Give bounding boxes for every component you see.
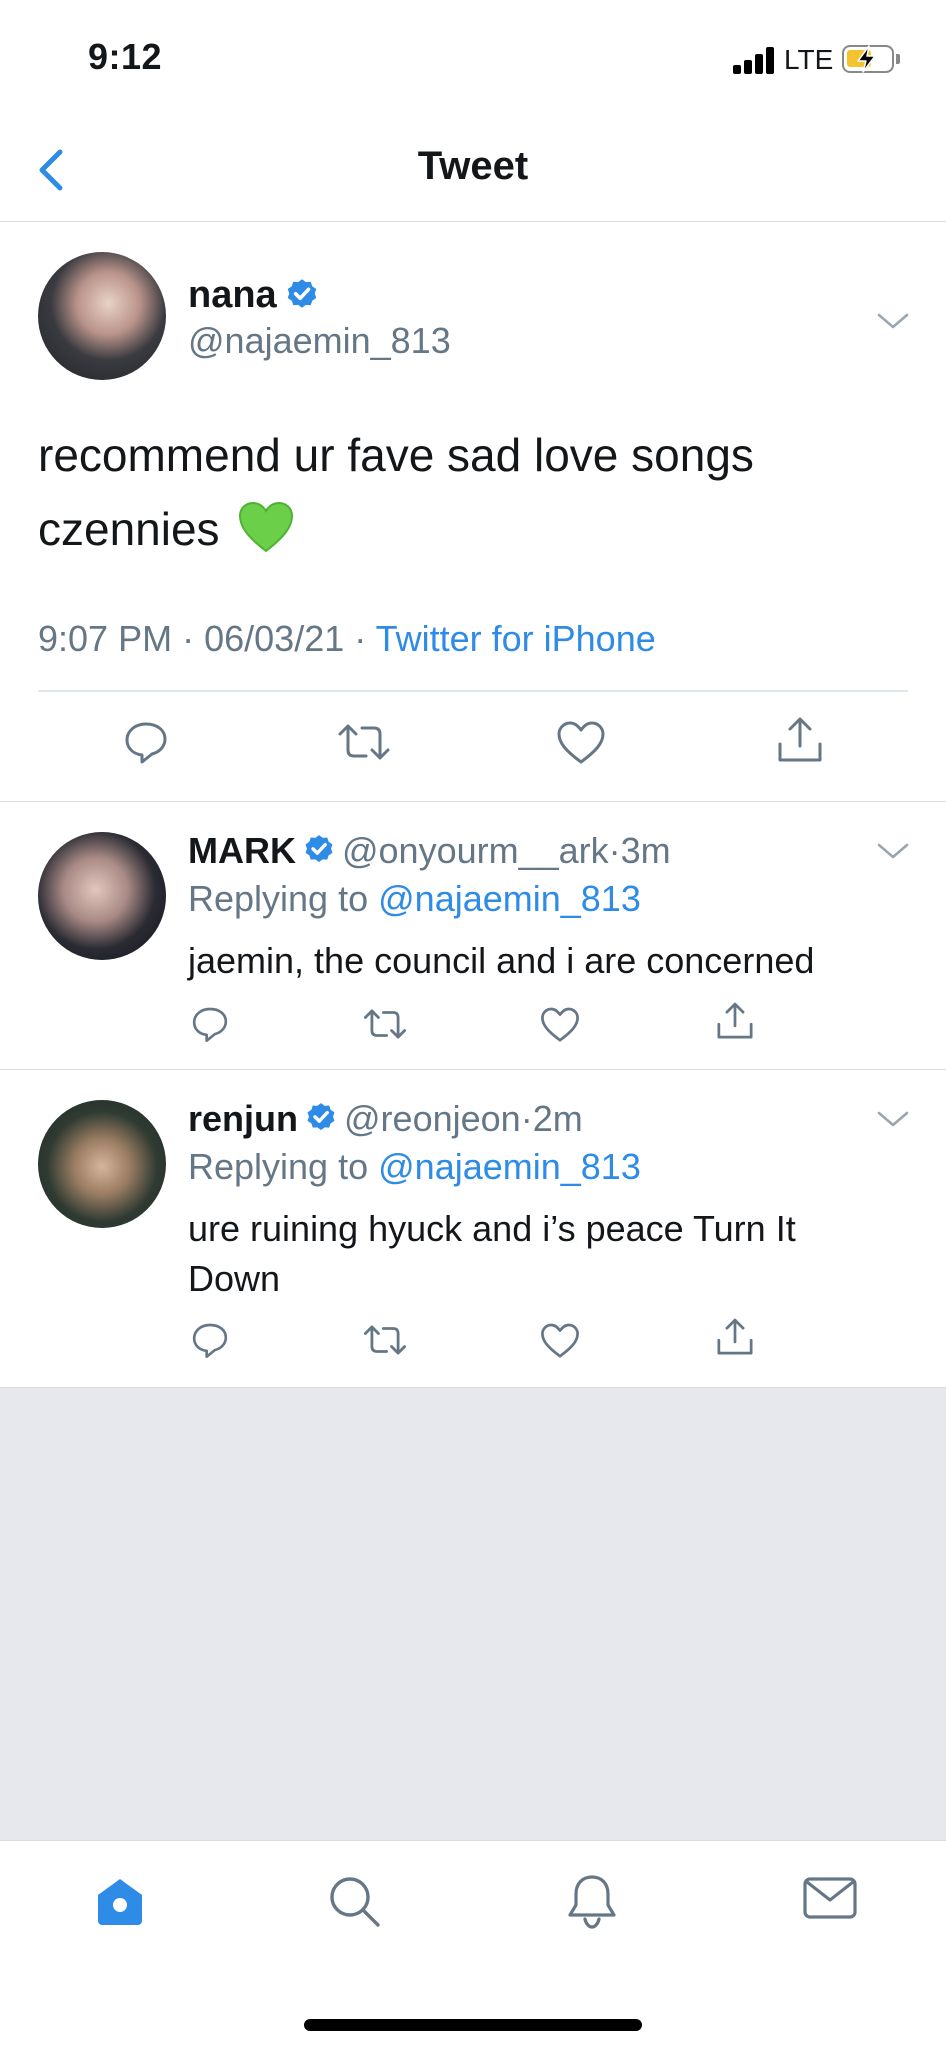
chevron-down-icon[interactable] [876, 840, 910, 862]
like-button[interactable] [540, 1322, 580, 1365]
meta-separator: · [608, 830, 621, 871]
like-icon [541, 1007, 579, 1042]
battery-icon [842, 45, 894, 73]
home-indicator[interactable] [304, 2019, 642, 2031]
tab-home[interactable] [92, 1873, 148, 1934]
main-tweet[interactable]: nana @najaemin_813 recommend ur fave sad… [0, 222, 946, 802]
author-handle[interactable]: @reonjeon [344, 1098, 521, 1139]
retweet-button[interactable] [336, 720, 392, 769]
status-time: 9:12 [88, 36, 163, 77]
replying-prefix: Replying to [188, 1146, 369, 1187]
like-button[interactable] [540, 1006, 580, 1049]
share-icon [778, 717, 822, 762]
retweet-icon [363, 1009, 407, 1039]
page-title: Tweet [417, 144, 529, 188]
divider [38, 690, 908, 692]
search-icon [330, 1877, 380, 1927]
messages-icon [803, 1877, 857, 1919]
tab-notifications[interactable] [564, 1873, 620, 1936]
green-heart-icon [239, 501, 294, 553]
retweet-button[interactable] [362, 1322, 408, 1363]
like-icon [541, 1323, 579, 1358]
tweet-source-link[interactable]: Twitter for iPhone [376, 618, 656, 659]
tweet-meta: 9:07 PM · 06/03/21 · Twitter for iPhone [38, 618, 656, 660]
share-button[interactable] [714, 1000, 756, 1047]
empty-timeline-area [0, 1388, 946, 1840]
reply-header: renjun @reonjeon·2m [188, 1098, 583, 1144]
home-icon [98, 1879, 142, 1925]
author-handle[interactable]: @najaemin_813 [188, 320, 451, 362]
reply-button[interactable] [190, 1320, 230, 1365]
signal-strength-icon [733, 46, 777, 74]
meta-separator: · [354, 618, 367, 659]
reply-button[interactable] [190, 1004, 230, 1049]
chevron-down-icon[interactable] [876, 1108, 910, 1130]
retweet-icon [363, 1325, 407, 1355]
tab-search[interactable] [326, 1873, 382, 1934]
notifications-icon [568, 1875, 616, 1929]
battery-cap [896, 54, 900, 64]
author-display-name[interactable]: MARK [188, 830, 296, 871]
verified-badge-icon [287, 279, 317, 308]
retweet-icon [338, 724, 390, 760]
author-display-name[interactable]: nana [188, 274, 277, 317]
reply-icon [192, 1007, 228, 1042]
reply-tweet[interactable]: renjun @reonjeon·2m Replying to @najaemin… [0, 1070, 946, 1388]
replying-prefix: Replying to [188, 878, 369, 919]
author-handle[interactable]: @onyourm__ark [342, 830, 609, 871]
tweet-date: 06/03/21 [204, 618, 345, 659]
network-type: LTE [784, 44, 834, 75]
avatar[interactable] [38, 832, 166, 960]
tweet-text: recommend ur fave sad love songs czennie… [38, 418, 908, 574]
reply-age: 3m [620, 830, 671, 871]
verified-badge-icon [302, 833, 336, 876]
reply-age: 2m [532, 1098, 583, 1139]
like-button[interactable] [556, 720, 606, 771]
avatar[interactable] [38, 252, 166, 380]
tweet-detail-screen: 9:12 LTE Tweet nana @najaemin_813 recomm… [0, 0, 946, 2048]
verified-badge-icon [304, 1101, 338, 1144]
avatar[interactable] [38, 1100, 166, 1228]
charging-bolt-icon [857, 45, 876, 73]
meta-separator: · [520, 1098, 533, 1139]
meta-separator: · [182, 618, 195, 659]
reply-icon [125, 722, 167, 764]
tweet-text: jaemin, the council and i are concerned [188, 940, 815, 981]
replying-to: Replying to @najaemin_813 [188, 1146, 641, 1188]
nav-header: Tweet [0, 118, 946, 222]
reply-header: MARK @onyourm__ark·3m [188, 830, 671, 876]
replying-to: Replying to @najaemin_813 [188, 878, 641, 920]
tab-bar [0, 1840, 946, 2048]
reply-icon [192, 1323, 228, 1358]
author-display-name[interactable]: renjun [188, 1098, 298, 1139]
mention-link[interactable]: @najaemin_813 [378, 1146, 641, 1187]
tweet-text: ure ruining hyuck and i’s peace Turn It … [188, 1208, 796, 1299]
tweet-body: recommend ur fave sad love songs czennie… [38, 429, 754, 555]
retweet-button[interactable] [362, 1006, 408, 1047]
tweet-time: 9:07 PM [38, 618, 173, 659]
tab-messages[interactable] [802, 1873, 858, 1928]
reply-button[interactable] [122, 718, 170, 771]
chevron-down-icon[interactable] [876, 310, 910, 332]
share-button[interactable] [714, 1316, 756, 1363]
mention-link[interactable]: @najaemin_813 [378, 878, 641, 919]
status-bar: 9:12 LTE [0, 0, 946, 118]
share-button[interactable] [774, 714, 826, 771]
like-icon [557, 721, 605, 764]
green-heart-emoji [238, 500, 294, 574]
share-icon [717, 1318, 753, 1355]
reply-tweet[interactable]: MARK @onyourm__ark·3m Replying to @najaem… [0, 802, 946, 1070]
share-icon [717, 1002, 753, 1039]
